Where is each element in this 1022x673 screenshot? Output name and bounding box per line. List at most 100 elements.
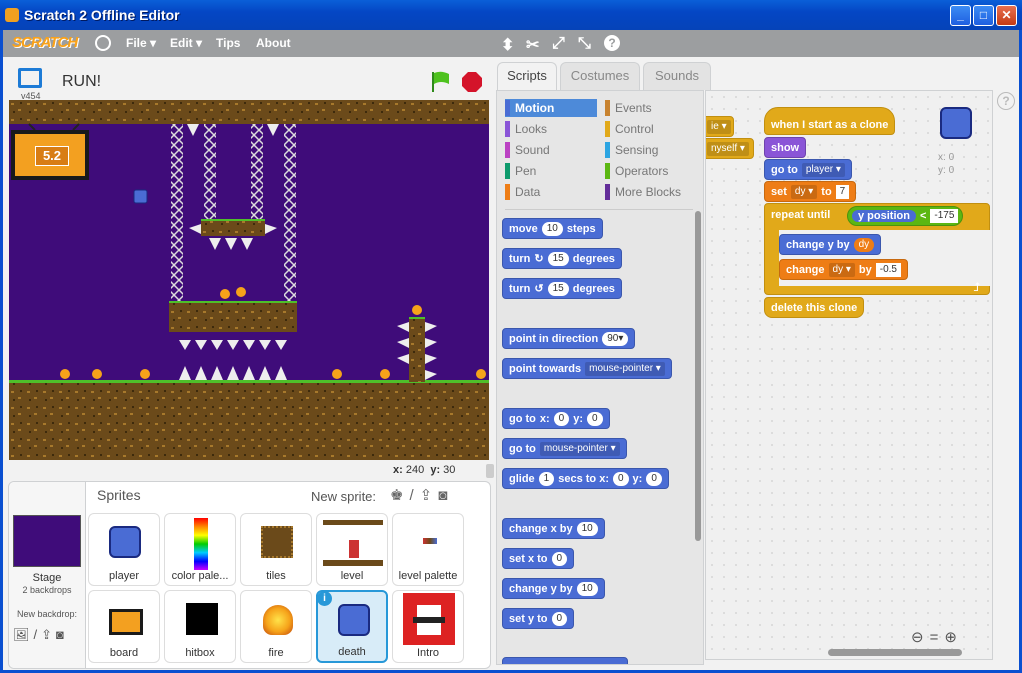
block-go-to-player[interactable]: go to player xyxy=(764,159,852,180)
block-move-steps[interactable]: move 10 steps xyxy=(502,218,603,239)
scratch-logo[interactable]: SCRATCH xyxy=(12,34,78,51)
sprite-tile-level[interactable]: level xyxy=(316,513,388,586)
project-title[interactable]: RUN! xyxy=(62,73,101,91)
paint-backdrop-icon[interactable]: 🖼 xyxy=(13,627,34,642)
sprite-tile-fire[interactable]: fire xyxy=(240,590,312,663)
block-when-clone-hat[interactable]: when I start as a clone xyxy=(764,107,896,135)
category-more-blocks[interactable]: More Blocks xyxy=(605,183,697,201)
block-glide[interactable]: glide 1 secs to x: 0 y: 0 xyxy=(502,468,669,489)
block-show[interactable]: show xyxy=(764,137,807,158)
y-input[interactable]: 0 xyxy=(646,471,662,486)
fullscreen-icon[interactable] xyxy=(18,68,42,88)
partial-dropdown[interactable]: ie xyxy=(707,119,731,134)
y-position-reporter[interactable]: y position xyxy=(852,210,916,222)
steps-input[interactable]: 10 xyxy=(541,221,563,236)
about-menu[interactable]: About xyxy=(256,36,291,50)
block-set-dy[interactable]: setdyto7 xyxy=(764,181,857,202)
sprite-tile-death[interactable]: i death xyxy=(316,590,388,663)
block-change-y-by-dy[interactable]: change y by dy xyxy=(779,234,882,255)
block-point-direction[interactable]: point in direction 90▾ xyxy=(502,328,636,349)
duplicate-stamp-icon[interactable]: ⬍ xyxy=(501,35,514,55)
block-delete-clone[interactable]: delete this clone xyxy=(764,297,865,318)
scripts-area[interactable]: ie nyself when I start as a clone show g… xyxy=(705,90,993,660)
sprite-tile-color-palette[interactable]: color pale... xyxy=(164,513,236,586)
close-button[interactable]: ✕ xyxy=(996,5,1017,26)
category-pen[interactable]: Pen xyxy=(505,162,597,180)
category-sound[interactable]: Sound xyxy=(505,141,597,159)
category-events[interactable]: Events xyxy=(605,99,697,117)
paint-sprite-icon[interactable]: / xyxy=(409,487,419,504)
delete-scissors-icon[interactable]: ✂ xyxy=(526,35,539,55)
stage-thumbnail[interactable] xyxy=(13,515,81,567)
maximize-button[interactable]: □ xyxy=(973,5,994,26)
sprite-tile-board[interactable]: board xyxy=(88,590,160,663)
category-control[interactable]: Control xyxy=(605,120,697,138)
target-dropdown[interactable]: mouse-pointer xyxy=(539,441,620,456)
degrees-input[interactable]: 15 xyxy=(547,251,569,266)
tab-scripts[interactable]: Scripts xyxy=(497,62,557,90)
sprite-tile-level-palette[interactable]: level palette xyxy=(392,513,464,586)
upload-icon[interactable]: ⇪ xyxy=(41,627,56,642)
block-turn-right[interactable]: turn ↻ 15 degrees xyxy=(502,248,622,269)
block-partial[interactable] xyxy=(502,657,628,664)
green-flag-icon[interactable] xyxy=(429,70,453,94)
tab-costumes[interactable]: Costumes xyxy=(560,62,640,90)
camera-sprite-icon[interactable]: ◙ xyxy=(438,487,453,504)
target-dropdown[interactable]: player xyxy=(801,162,845,177)
sprite-library-icon[interactable]: ♚ xyxy=(390,487,409,504)
secs-input[interactable]: 1 xyxy=(538,471,555,486)
category-data[interactable]: Data xyxy=(505,183,597,201)
block-point-towards[interactable]: point towards mouse-pointer xyxy=(502,358,672,379)
zoom-in-icon[interactable]: ⊕ xyxy=(944,629,963,646)
category-operators[interactable]: Operators xyxy=(605,162,697,180)
sprite-tile-tiles[interactable]: tiles xyxy=(240,513,312,586)
y-input[interactable]: 0 xyxy=(551,611,568,626)
edit-menu[interactable]: Edit ▾ xyxy=(170,36,202,50)
grow-icon[interactable]: ⤢ xyxy=(552,35,565,53)
degrees-input[interactable]: 15 xyxy=(547,281,569,296)
block-go-to-xy[interactable]: go to x: 0 y: 0 xyxy=(502,408,610,429)
zoom-out-icon[interactable]: ⊖ xyxy=(911,629,930,646)
variable-dropdown[interactable]: dy xyxy=(828,262,855,277)
minimize-button[interactable]: _ xyxy=(950,5,971,26)
sprite-tile-hitbox[interactable]: hitbox xyxy=(164,590,236,663)
x-input[interactable]: 0 xyxy=(551,551,568,566)
help-icon[interactable]: ? xyxy=(604,35,620,51)
block-change-y[interactable]: change y by 10 xyxy=(502,578,605,599)
globe-icon[interactable] xyxy=(95,35,111,51)
less-than-operator[interactable]: y position < -175 xyxy=(847,206,964,226)
variable-dropdown[interactable]: dy xyxy=(790,184,818,199)
block-turn-left[interactable]: turn ↺ 15 degrees xyxy=(502,278,622,299)
collapse-stage-handle[interactable] xyxy=(486,464,494,478)
scripts-h-scrollbar[interactable] xyxy=(828,649,962,656)
value-input[interactable]: 7 xyxy=(835,184,850,199)
x-input[interactable]: 0 xyxy=(612,471,629,486)
compare-input[interactable]: -175 xyxy=(930,209,959,223)
x-input[interactable]: 0 xyxy=(553,411,570,426)
stage-canvas[interactable]: 5.2 xyxy=(9,100,489,460)
target-dropdown[interactable]: mouse-pointer xyxy=(585,361,665,376)
direction-input[interactable]: 90▾ xyxy=(602,331,629,346)
delta-input[interactable]: -0.5 xyxy=(875,262,901,277)
partial-clone-block[interactable]: nyself xyxy=(706,138,754,159)
block-change-x[interactable]: change x by 10 xyxy=(502,518,605,539)
category-motion[interactable]: Motion xyxy=(505,99,597,117)
tab-sounds[interactable]: Sounds xyxy=(643,62,711,90)
info-icon[interactable]: i xyxy=(317,591,332,606)
file-menu[interactable]: File ▾ xyxy=(126,36,156,50)
partial-dropdown[interactable]: nyself xyxy=(707,141,749,156)
stop-icon[interactable] xyxy=(461,71,483,93)
palette-scrollbar[interactable] xyxy=(695,211,701,541)
block-go-to[interactable]: go to mouse-pointer xyxy=(502,438,627,459)
help-circle-icon[interactable]: ? xyxy=(997,92,1015,110)
shrink-icon[interactable]: ⤡ xyxy=(578,35,591,53)
block-set-x[interactable]: set x to 0 xyxy=(502,548,575,569)
block-set-y[interactable]: set y to 0 xyxy=(502,608,575,629)
zoom-reset-icon[interactable]: = xyxy=(930,629,945,646)
block-change-dy[interactable]: changedyby-0.5 xyxy=(779,259,908,280)
upload-sprite-icon[interactable]: ⇪ xyxy=(420,487,439,504)
y-delta-input[interactable]: 10 xyxy=(576,581,598,596)
brush-icon[interactable]: / xyxy=(34,627,42,642)
camera-icon[interactable]: ◙ xyxy=(56,627,68,642)
sprite-tile-player[interactable]: player xyxy=(88,513,160,586)
